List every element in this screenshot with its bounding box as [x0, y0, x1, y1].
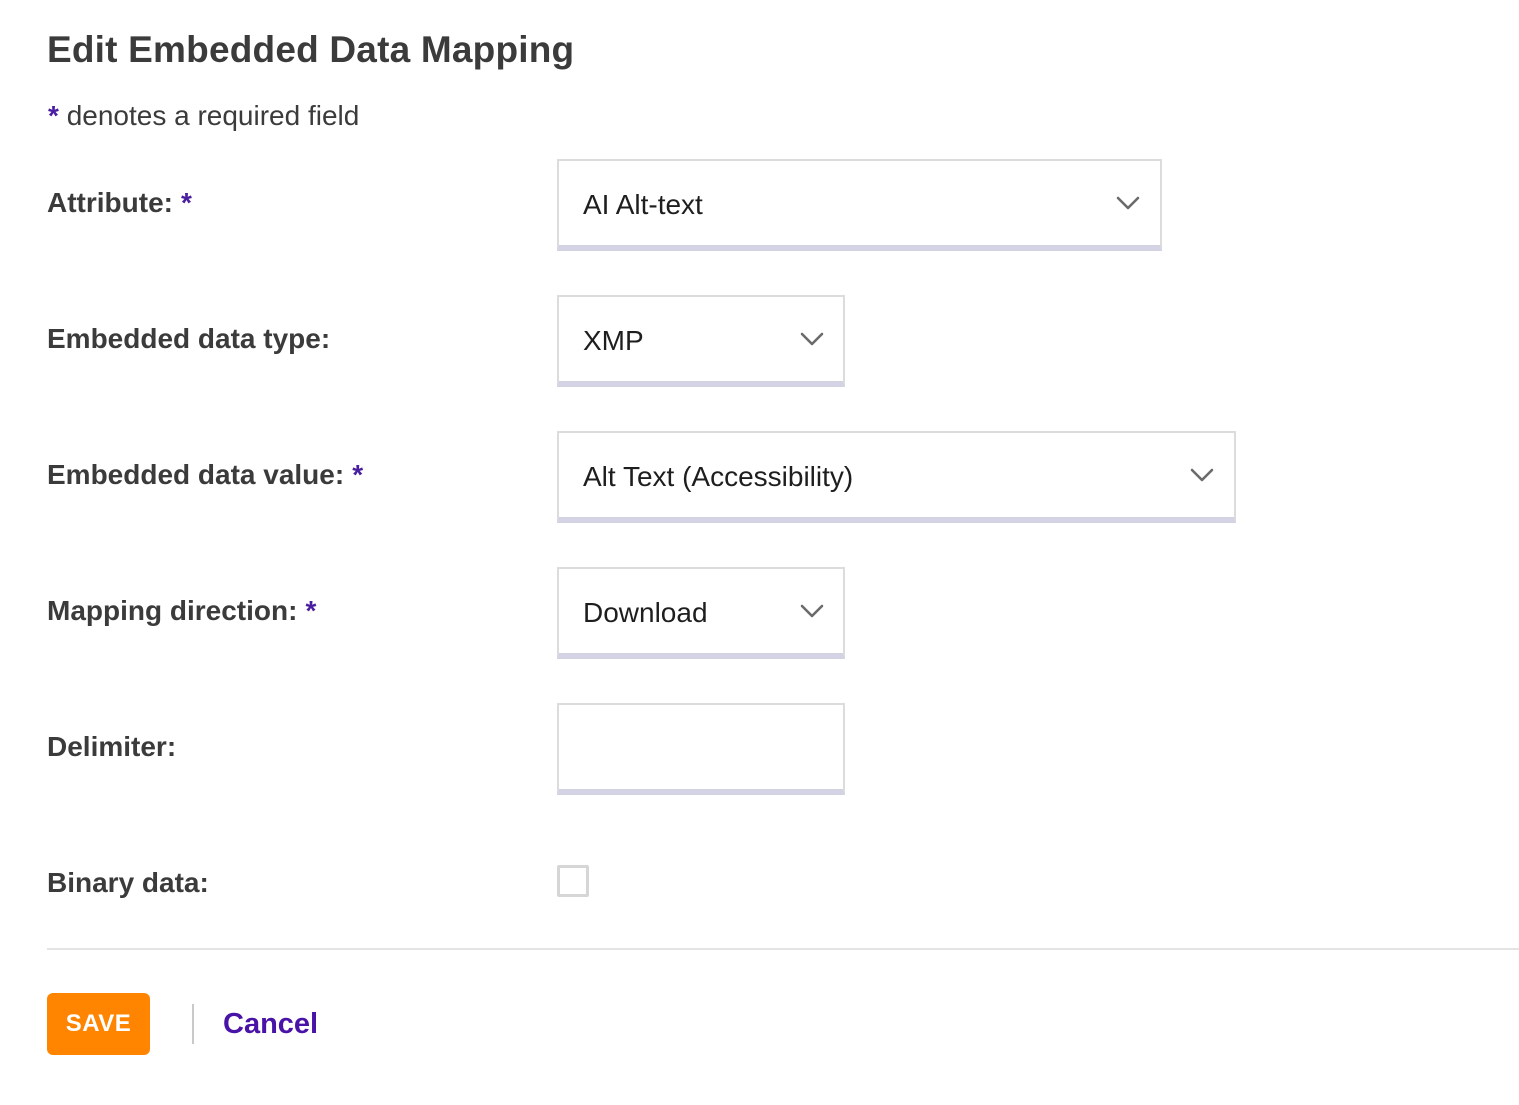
binary-data-row: Binary data: [47, 865, 1507, 905]
attribute-select[interactable]: AI Alt-text [557, 159, 1162, 251]
delimiter-input[interactable] [559, 705, 843, 789]
attribute-label: Attribute: * [47, 183, 192, 223]
action-separator [192, 1004, 194, 1044]
chevron-down-icon [1190, 468, 1214, 482]
required-field-note: * denotes a required field [48, 96, 359, 136]
required-asterisk: * [352, 459, 364, 490]
delimiter-row: Delimiter: [47, 703, 1507, 795]
embedded-data-value-select-value: Alt Text (Accessibility) [583, 461, 854, 492]
form-divider [47, 948, 1519, 950]
edit-embedded-data-mapping-page: Edit Embedded Data Mapping * denotes a r… [0, 0, 1519, 1105]
required-note-text: denotes a required field [66, 100, 360, 131]
required-asterisk: * [48, 100, 59, 131]
embedded-data-value-select[interactable]: Alt Text (Accessibility) [557, 431, 1236, 523]
attribute-row: Attribute: * AI Alt-text [47, 159, 1507, 251]
embedded-data-type-select-value: XMP [583, 325, 644, 356]
delimiter-label: Delimiter: [47, 731, 177, 762]
required-asterisk: * [305, 595, 317, 626]
embedded-data-type-select[interactable]: XMP [557, 295, 845, 387]
binary-data-label: Binary data: [47, 867, 209, 898]
embedded-data-value-label-text: Embedded data value: [47, 459, 345, 490]
save-button[interactable]: SAVE [47, 993, 150, 1055]
attribute-label-text: Attribute: [47, 187, 173, 218]
embedded-data-type-row: Embedded data type: XMP [47, 295, 1507, 387]
attribute-select-value: AI Alt-text [583, 189, 703, 220]
cancel-link[interactable]: Cancel [223, 1004, 318, 1044]
embedded-data-type-label: Embedded data type: [47, 323, 331, 354]
embedded-data-value-row: Embedded data value: * Alt Text (Accessib… [47, 431, 1507, 523]
embedded-data-value-label: Embedded data value: * [47, 455, 363, 495]
chevron-down-icon [800, 604, 824, 618]
mapping-direction-label: Mapping direction: * [47, 591, 316, 631]
mapping-direction-select[interactable]: Download [557, 567, 845, 659]
mapping-direction-row: Mapping direction: * Download [47, 567, 1507, 659]
chevron-down-icon [800, 332, 824, 346]
mapping-direction-select-value: Download [583, 597, 708, 628]
delimiter-field [557, 703, 845, 795]
required-asterisk: * [180, 187, 192, 218]
mapping-direction-label-text: Mapping direction: [47, 595, 298, 626]
binary-data-checkbox[interactable] [557, 865, 589, 897]
page-title: Edit Embedded Data Mapping [47, 29, 575, 70]
chevron-down-icon [1116, 196, 1140, 210]
